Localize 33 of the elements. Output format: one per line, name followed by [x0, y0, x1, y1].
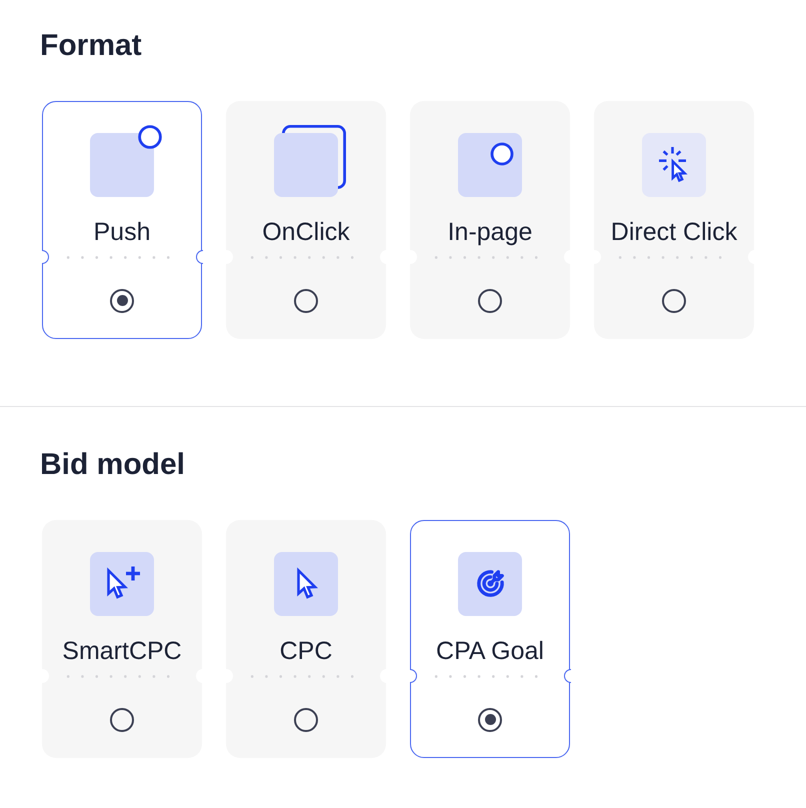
radio-button[interactable] — [662, 288, 686, 312]
option-label: CPC — [280, 636, 332, 666]
card-notch — [42, 250, 48, 264]
section-title: Format — [40, 28, 142, 64]
card-notch — [196, 250, 202, 264]
option-card[interactable]: Direct Click — [594, 101, 754, 339]
option-card[interactable]: Push — [42, 101, 202, 339]
cursor-plus-icon — [90, 552, 154, 616]
square-ring-icon — [458, 132, 522, 196]
cursor-click-icon — [642, 132, 706, 196]
radio-button[interactable] — [294, 288, 318, 312]
option-label: SmartCPC — [62, 636, 182, 666]
option-label: Push — [94, 216, 150, 246]
option-label: Direct Click — [610, 216, 738, 246]
radio-button[interactable] — [478, 708, 502, 732]
card-notch — [410, 668, 416, 682]
card-notch — [564, 668, 570, 682]
radio-button[interactable] — [110, 288, 134, 312]
radio-button[interactable] — [478, 288, 502, 312]
option-label: CPA Goal — [436, 636, 544, 666]
radio-button[interactable] — [294, 708, 318, 732]
radio-button[interactable] — [110, 708, 134, 732]
option-card[interactable]: SmartCPC — [42, 520, 202, 758]
option-card[interactable]: CPA Goal — [410, 520, 570, 758]
section-title: Bid model — [40, 447, 186, 483]
option-card[interactable]: CPC — [226, 520, 386, 758]
option-label: In-page — [448, 216, 532, 246]
cursor-icon — [274, 552, 338, 616]
stacked-squares-icon — [274, 124, 346, 196]
option-card[interactable]: In-page — [410, 101, 570, 339]
square-ring-icon — [90, 124, 162, 196]
option-card[interactable]: OnClick — [226, 101, 386, 339]
option-label: OnClick — [262, 216, 350, 246]
